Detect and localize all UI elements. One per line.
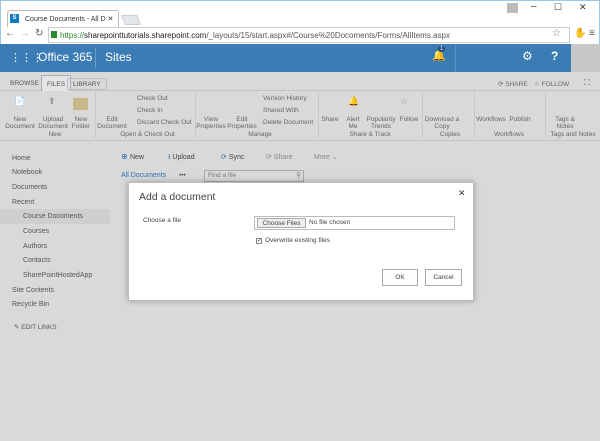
nav-home[interactable]: Home	[12, 155, 31, 162]
publish-button[interactable]: Publish	[507, 116, 533, 123]
bookmark-star-icon[interactable]: ☆	[552, 28, 561, 39]
group-label: Tags and Notes	[550, 131, 596, 138]
nav-notebook[interactable]: Notebook	[12, 169, 42, 176]
back-icon[interactable]: ←	[5, 28, 15, 39]
choose-files-button[interactable]: Choose Files	[257, 218, 306, 228]
group-label: Copies	[439, 131, 461, 138]
discard-check-out-button[interactable]: Discard Check Out	[137, 119, 192, 126]
group-label: Open & Check Out	[120, 131, 175, 138]
nav-course-docoments[interactable]: Course Docoments	[23, 213, 83, 220]
view-all-documents[interactable]: All Documents	[121, 172, 166, 179]
add-document-dialog: Add a document ✕ Choose a file Choose Fi…	[128, 182, 474, 301]
alert-me-button[interactable]: Alert Me	[342, 116, 364, 130]
nav-recent[interactable]: Recent	[12, 199, 34, 206]
lock-icon	[51, 31, 57, 38]
bell-icon: 🔔	[348, 96, 360, 106]
version-history-button[interactable]: Version History	[263, 95, 307, 102]
check-in-button[interactable]: Check In	[137, 107, 163, 114]
edit-properties-button[interactable]: Edit Properties	[227, 116, 257, 130]
folder-icon	[73, 98, 88, 110]
group-label: Manage	[248, 131, 272, 138]
new-tab-button[interactable]	[121, 15, 141, 25]
office365-link[interactable]: Office 365	[38, 50, 92, 64]
new-document-icon: 📄	[14, 96, 26, 106]
ok-button[interactable]: OK	[382, 269, 418, 286]
browser-tab[interactable]: Course Documents - All D ✕	[7, 10, 119, 27]
browser-chrome: Course Documents - All D ✕ S – ☐ ✕ ← → ↻…	[0, 0, 600, 44]
nav-authors[interactable]: Authors	[23, 243, 47, 250]
nav-contacts[interactable]: Contacts	[23, 257, 51, 264]
sharepoint-icon: S	[10, 14, 19, 23]
close-tab-icon[interactable]: ✕	[107, 16, 113, 23]
nav-courses[interactable]: Courses	[23, 228, 49, 235]
no-file-chosen-text: No file chosen	[309, 219, 351, 226]
extension-icon[interactable]: ✋	[574, 28, 586, 39]
sync-button[interactable]: ⟳ Sync	[221, 153, 244, 161]
check-out-button[interactable]: Check Out	[137, 95, 168, 102]
help-icon[interactable]: ?	[551, 49, 558, 63]
menu-icon[interactable]: ≡	[589, 28, 595, 39]
more-button[interactable]: More ⌄	[314, 153, 338, 161]
edit-document-button[interactable]: Edit Document	[96, 116, 128, 130]
nav-site-contents[interactable]: Site Contents	[12, 287, 54, 294]
overwrite-checkbox[interactable]: ✓	[256, 238, 262, 244]
maximize-icon[interactable]: ☐	[554, 2, 562, 13]
share-page-button[interactable]: ⟳ SHARE	[498, 80, 528, 88]
dialog-title: Add a document	[139, 191, 216, 203]
new-folder-button[interactable]: New Folder	[69, 116, 93, 130]
choose-file-label: Choose a file	[143, 217, 181, 224]
view-properties-button[interactable]: View Properties	[196, 116, 226, 130]
delete-document-button[interactable]: Delete Document	[263, 119, 313, 126]
share-button[interactable]: Share	[319, 116, 341, 123]
upload-icon: ⬆	[48, 96, 56, 106]
tab-library[interactable]: LIBRARY	[67, 78, 107, 90]
settings-gear-icon[interactable]: ⚙	[522, 49, 533, 63]
search-icon: ⚲	[296, 172, 301, 179]
shared-with-button[interactable]: Shared With	[263, 107, 299, 114]
close-window-icon[interactable]: ✕	[579, 2, 587, 13]
view-options-button[interactable]: •••	[179, 172, 186, 179]
upload-button[interactable]: ⭱ Upload	[168, 153, 195, 164]
avatar[interactable]	[571, 44, 600, 72]
file-input[interactable]: Choose Files No file chosen	[254, 216, 455, 230]
group-label: New	[48, 131, 62, 138]
new-document-button[interactable]: New Document	[2, 116, 38, 130]
group-label: Share & Track	[349, 131, 391, 138]
close-dialog-icon[interactable]: ✕	[458, 188, 466, 199]
address-bar[interactable]: https://sharepointtutorials.sharepoint.c…	[48, 27, 570, 43]
overwrite-label: Overwrite existing files	[265, 237, 331, 244]
share-toolbar-button[interactable]: ⟳ Share	[266, 153, 293, 161]
focus-content-icon[interactable]: ⛶	[584, 78, 590, 88]
star-icon: ☆	[400, 96, 409, 106]
download-copy-button[interactable]: Download a Copy	[423, 116, 461, 130]
tags-notes-button[interactable]: Tags & Notes	[551, 116, 579, 130]
forward-icon[interactable]: →	[20, 28, 30, 39]
upload-document-button[interactable]: Upload Document	[38, 116, 68, 130]
new-button[interactable]: ⊕ New	[121, 152, 144, 161]
sites-link[interactable]: Sites	[105, 50, 132, 64]
tab-browse[interactable]: BROWSE	[5, 78, 44, 90]
follow-page-button[interactable]: ☆ FOLLOW	[534, 80, 569, 88]
nav-documents[interactable]: Documents	[12, 184, 47, 191]
popularity-trends-button[interactable]: Popularity Trends	[364, 116, 398, 130]
nav-recycle-bin[interactable]: Recycle Bin	[12, 301, 49, 308]
nav-sharepointhostedapp[interactable]: SharePointHostedApp	[23, 272, 92, 279]
find-file-input[interactable]: Find a file ⚲	[204, 170, 304, 182]
workflows-button[interactable]: Workflows	[475, 116, 507, 123]
suite-bar: ⋮⋮⋮ Office 365 Sites 🔔 1 ⚙ ?	[0, 44, 600, 72]
profile-icon[interactable]	[507, 3, 518, 13]
cancel-button[interactable]: Cancel	[425, 269, 462, 286]
reload-icon[interactable]: ↻	[35, 28, 43, 39]
follow-button[interactable]: Follow	[397, 116, 421, 123]
minimize-icon[interactable]: –	[531, 1, 537, 12]
group-label: Workflows	[494, 131, 524, 138]
edit-links-button[interactable]: ✎ EDIT LINKS	[14, 323, 57, 331]
